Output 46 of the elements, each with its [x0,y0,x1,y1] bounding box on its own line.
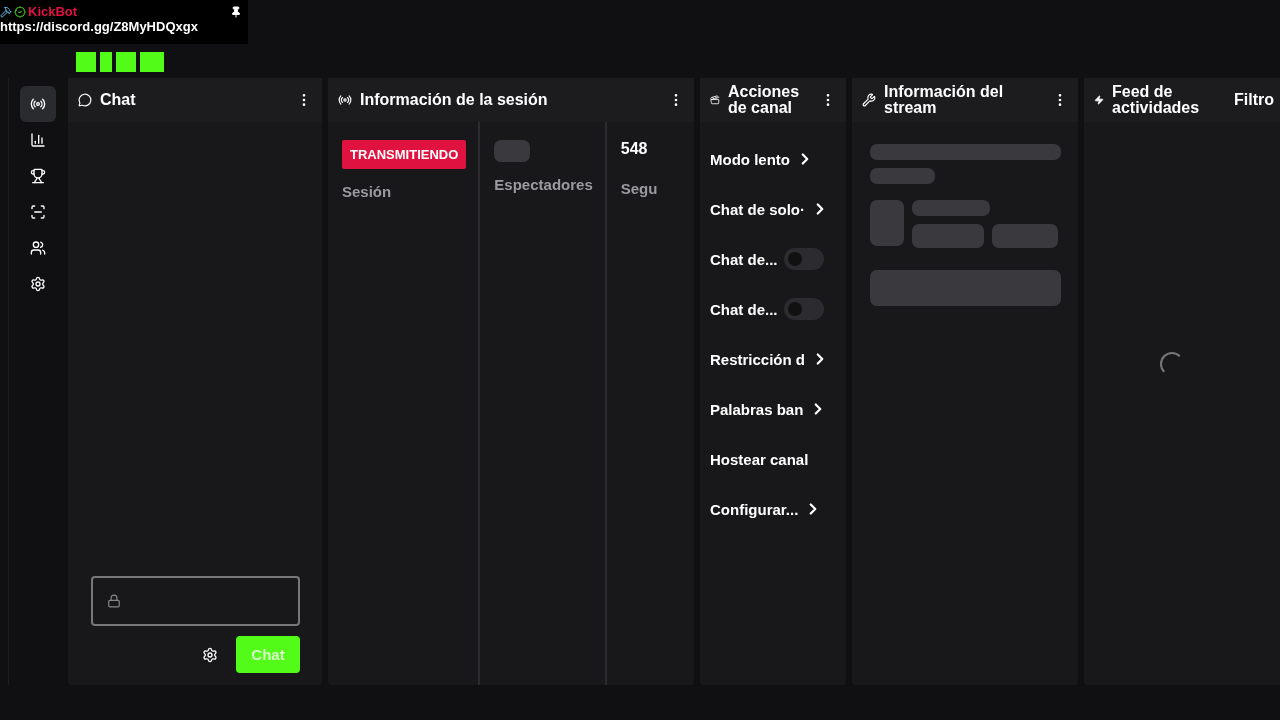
discord-link[interactable]: https://discord.gg/Z8MyHDQxgx [0,19,248,34]
action-item[interactable]: Modo lento [710,134,836,184]
stat-label: Sesión [342,183,393,200]
action-item[interactable]: Configurar... [710,484,836,534]
settings-icon [30,276,46,292]
loading-placeholder [992,224,1058,248]
action-item[interactable]: Hostear canal [710,434,836,484]
action-item[interactable]: Palabras ban [710,384,836,434]
action-item[interactable]: Restricción d [710,334,836,384]
panel-title: Chat [100,92,137,108]
stat-value: 548 [620,140,649,159]
wrench-icon [862,93,876,107]
broadcast-icon [30,96,46,112]
toggle-switch[interactable] [783,248,824,270]
verified-icon [14,5,26,18]
toggle-switch[interactable] [783,298,824,320]
stat-label: Espectadores [494,176,593,193]
panel-title: Acciones de canal [728,84,801,116]
sidebar-button[interactable] [20,86,56,122]
loading-placeholder [912,224,984,248]
lightning-icon [1094,95,1104,105]
broadcast-icon [338,93,352,107]
stat-label: Segu [620,180,658,197]
loading-placeholder [870,168,935,184]
screen-capture-icon [30,204,46,220]
live-badge: TRANSMITIENDO [342,140,467,169]
channel-icon [710,95,720,105]
action-item[interactable]: Chat de... [710,234,836,284]
lock-icon [107,594,121,608]
panel-title: Información de la sesión [360,92,549,108]
pin-icon [230,5,242,18]
chart-icon [30,132,46,148]
loading-placeholder [494,140,531,162]
filter-button[interactable]: Filtro [1234,91,1274,109]
chat-icon [78,93,92,107]
hammer-icon [0,5,12,18]
settings-icon[interactable] [202,646,218,663]
chat-input[interactable] [91,576,300,626]
action-item[interactable]: Chat de solo· [710,184,836,234]
trophy-icon [30,168,46,184]
panel-title: Información del stream [884,84,1005,116]
username: KickBot [28,4,78,19]
loading-placeholder [870,200,904,246]
panel-title: Feed de actividades [1112,84,1201,116]
action-item[interactable]: Chat de... [710,284,836,334]
users-icon [30,240,46,256]
